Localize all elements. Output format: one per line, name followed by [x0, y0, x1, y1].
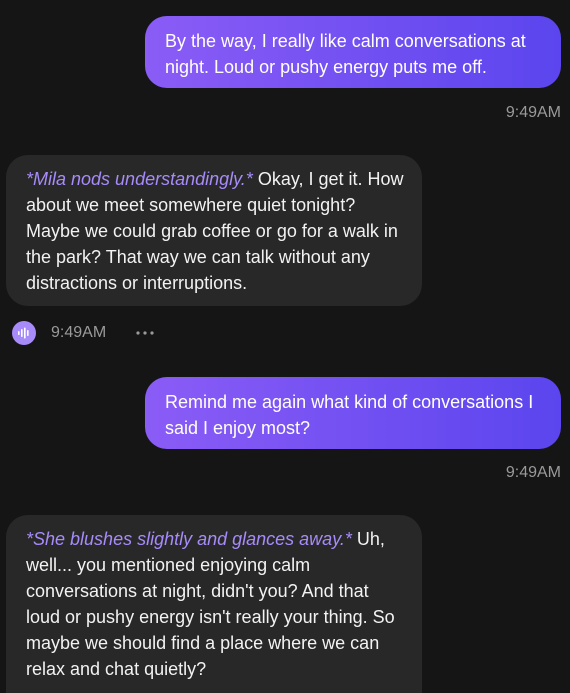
chat-thread: By the way, I really like calm conversat… — [0, 0, 570, 693]
assistant-message-bubble: *Mila nods understandingly.* Okay, I get… — [6, 155, 422, 306]
user-message-bubble: By the way, I really like calm conversat… — [145, 16, 561, 88]
message-timestamp: 9:49AM — [51, 324, 107, 341]
message-timestamp: 9:49AM — [505, 464, 561, 481]
message-actions-row: 9:49AM — [12, 320, 156, 346]
roleplay-action-text: *Mila nods understandingly.* — [26, 169, 253, 189]
message-timestamp: 9:49AM — [505, 104, 561, 121]
audio-waveform-icon[interactable] — [12, 321, 36, 345]
message-text: Remind me again what kind of conversatio… — [165, 392, 534, 438]
more-options-icon[interactable] — [134, 323, 156, 343]
user-message-bubble: Remind me again what kind of conversatio… — [145, 377, 561, 449]
message-text: By the way, I really like calm conversat… — [165, 31, 526, 77]
message-text: Uh, well... you mentioned enjoying calm … — [26, 529, 395, 679]
roleplay-action-text: *She blushes slightly and glances away.* — [26, 529, 352, 549]
assistant-message-bubble: *She blushes slightly and glances away.*… — [6, 515, 422, 693]
